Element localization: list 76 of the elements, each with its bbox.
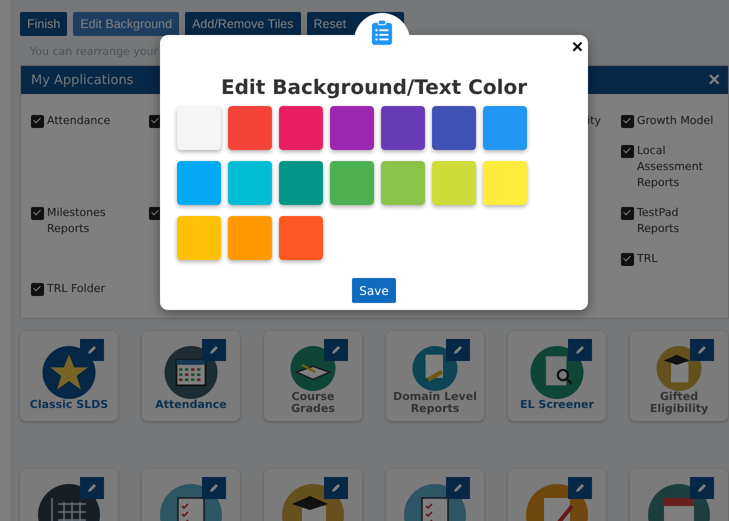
color-swatch[interactable] [279, 161, 323, 205]
edit-button[interactable] [202, 339, 226, 361]
color-swatch[interactable] [279, 106, 323, 150]
pencil-icon [696, 482, 708, 494]
color-swatch[interactable] [228, 106, 272, 150]
tile-title: Gifted Eligibility [648, 391, 710, 415]
dialog-title: Edit Background/Text Color [220, 75, 528, 99]
edit-button[interactable] [202, 477, 226, 499]
pencil-icon [574, 482, 586, 494]
color-swatch[interactable] [279, 216, 323, 260]
tile-title: Classic SLDS [28, 399, 110, 411]
edit-button[interactable] [568, 477, 592, 499]
checkbox[interactable] [621, 145, 634, 158]
toolbar-button[interactable]: Finish [20, 12, 68, 36]
pencil-icon [330, 344, 342, 356]
app-label: ity [587, 113, 601, 129]
pencil-icon [208, 482, 220, 494]
color-swatch[interactable] [177, 161, 221, 205]
color-swatch[interactable] [381, 106, 425, 150]
checkbox[interactable] [621, 207, 634, 220]
app-tile[interactable]: Classic SLDS [20, 331, 118, 421]
edit-button[interactable] [446, 477, 470, 499]
edit-button[interactable] [690, 477, 714, 499]
app-tile[interactable]: EL Screener [508, 331, 606, 421]
toolbar-button[interactable]: Add/Remove Tiles [185, 12, 301, 36]
color-swatch[interactable] [330, 106, 374, 150]
pencil-icon [208, 344, 220, 356]
tile-title: EL Screener [519, 399, 595, 411]
edit-button[interactable] [80, 477, 104, 499]
tile-title: Attendance [154, 399, 228, 411]
close-button[interactable]: × [572, 37, 583, 59]
app-tile[interactable]: Attendance [142, 331, 240, 421]
app-tile[interactable]: Course Grades [264, 331, 362, 421]
checkbox[interactable] [621, 253, 634, 266]
close-button[interactable]: × [708, 70, 720, 90]
edit-button[interactable] [324, 339, 348, 361]
pencil-icon [452, 344, 464, 356]
color-swatch[interactable] [432, 161, 476, 205]
toolbar-button[interactable]: Edit Background [73, 12, 180, 36]
app-label: Growth Model [637, 113, 714, 129]
color-swatch[interactable] [177, 106, 221, 150]
app-tile[interactable]: Gifted Eligibility [630, 331, 728, 421]
color-swatch[interactable] [228, 161, 272, 205]
checkbox[interactable] [31, 115, 44, 128]
checkbox[interactable] [621, 115, 634, 128]
color-swatch[interactable] [177, 216, 221, 260]
edit-button[interactable] [324, 477, 348, 499]
app-label: Local Assessment Reports [637, 143, 704, 191]
app-label: Attendance [47, 113, 112, 129]
edit-button[interactable] [568, 339, 592, 361]
checkbox[interactable] [31, 207, 44, 220]
app-tile[interactable]: Domain Level Reports [386, 331, 484, 421]
color-swatch[interactable] [381, 161, 425, 205]
edit-button[interactable] [690, 339, 714, 361]
pencil-icon [696, 344, 708, 356]
color-swatch[interactable] [432, 106, 476, 150]
app-label: TRL Folder [47, 281, 106, 297]
pencil-icon [574, 344, 586, 356]
save-button[interactable]: Save [352, 278, 396, 303]
pencil-icon [86, 344, 98, 356]
color-swatch[interactable] [483, 106, 527, 150]
checkbox[interactable] [31, 283, 44, 296]
tile-title: Domain Level Reports [392, 391, 478, 415]
clipboard-icon [371, 20, 393, 46]
color-swatch[interactable] [228, 216, 272, 260]
tile-title: Course Grades [290, 391, 336, 415]
pencil-icon [330, 482, 342, 494]
app-label: Milestones Reports [47, 205, 107, 237]
color-swatch[interactable] [483, 161, 527, 205]
panel-title: My Applications [31, 72, 134, 88]
pencil-icon [452, 482, 464, 494]
pencil-icon [86, 482, 98, 494]
color-swatch[interactable] [330, 161, 374, 205]
edit-button[interactable] [446, 339, 470, 361]
app-label: TRL [637, 251, 658, 267]
app-label: TestPad Reports [637, 205, 680, 237]
